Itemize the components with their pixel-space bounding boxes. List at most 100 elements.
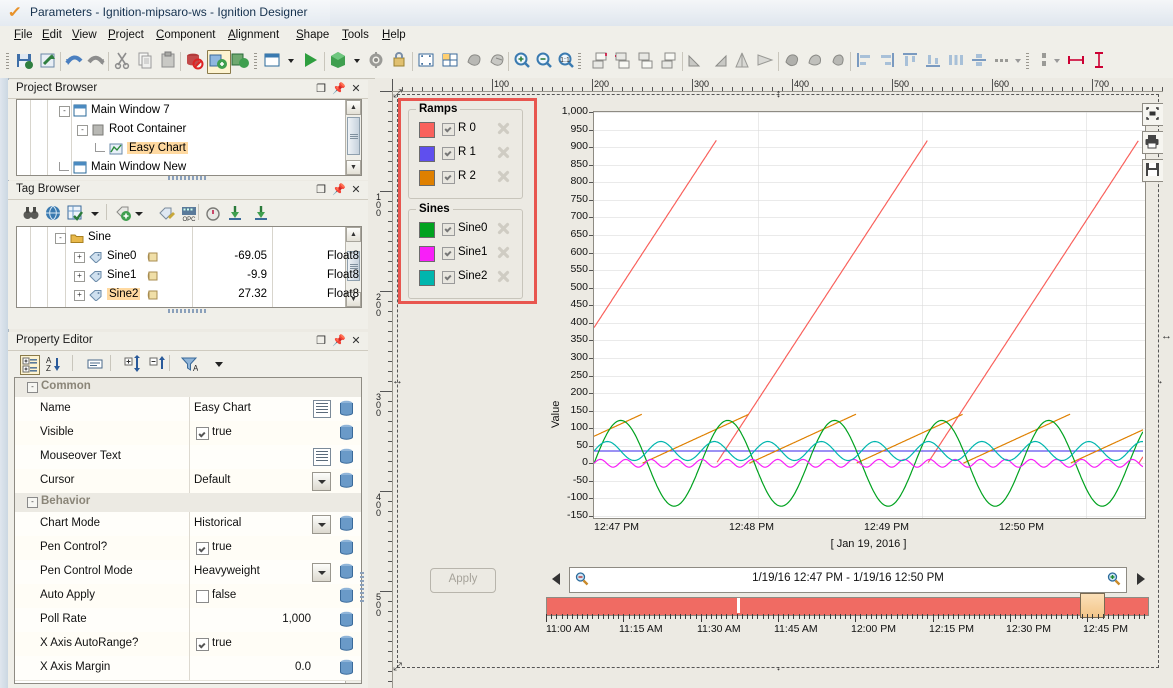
add-dropdown-icon[interactable] <box>134 204 152 222</box>
remove-pen-icon[interactable] <box>497 146 510 159</box>
collapse-all-icon[interactable] <box>149 355 167 373</box>
property-row[interactable]: Pen Control? true <box>15 536 361 561</box>
property-row[interactable]: Name Easy Chart <box>15 397 361 422</box>
menu-item-shape[interactable]: Shape <box>294 29 331 41</box>
cut-icon[interactable] <box>112 50 134 72</box>
tree-expander[interactable]: - <box>59 106 70 117</box>
import-icon[interactable] <box>226 204 244 222</box>
menu-item-alignment[interactable]: Alignment <box>226 29 281 41</box>
menu-item-help[interactable]: Help <box>380 29 408 41</box>
menu-item-tools[interactable]: Tools <box>340 29 371 41</box>
save-icon[interactable] <box>1142 159 1165 182</box>
globe-icon[interactable] <box>44 204 62 222</box>
restore-icon[interactable]: ❐ <box>314 334 328 348</box>
distribute-h-icon[interactable] <box>946 50 968 72</box>
remove-pen-icon[interactable] <box>497 222 510 235</box>
panel-resize-grip[interactable] <box>168 309 208 313</box>
shape-union-icon[interactable] <box>464 50 486 72</box>
zoom-out-icon[interactable] <box>534 50 556 72</box>
property-row[interactable]: Pen Control Mode Heavyweight <box>15 560 361 585</box>
property-row[interactable]: X Axis AutoRange? true <box>15 632 361 657</box>
export-icon[interactable] <box>252 204 270 222</box>
next-arrow-icon[interactable] <box>1135 571 1147 587</box>
designer-mode-icon[interactable] <box>207 50 231 74</box>
menu-item-view[interactable]: View <box>70 29 99 41</box>
menu-item-file[interactable]: File <box>12 29 35 41</box>
filter-icon[interactable]: A <box>180 355 199 373</box>
settings-icon[interactable] <box>366 50 388 72</box>
project-browser-tree[interactable]: ▲ ▼ - Main Window 7- Root Container Easy Ch… <box>16 99 362 176</box>
pen-row[interactable]: Sine0 <box>409 220 522 238</box>
lock-icon[interactable] <box>389 50 411 72</box>
restore-icon[interactable]: ❐ <box>314 82 328 96</box>
print-icon[interactable] <box>1142 131 1165 154</box>
property-binding-icon[interactable] <box>337 562 356 581</box>
shape-b-icon[interactable] <box>805 50 827 72</box>
property-category[interactable]: - Behavior <box>15 493 361 512</box>
center-v-icon[interactable] <box>969 50 991 72</box>
remove-pen-icon[interactable] <box>497 122 510 135</box>
new-window-icon[interactable] <box>262 50 284 72</box>
bring-forward-icon[interactable] <box>613 50 635 72</box>
pen-visibility-checkbox[interactable] <box>442 171 455 184</box>
refresh-icon[interactable] <box>38 50 60 72</box>
opc-icon[interactable]: OPC <box>180 204 198 223</box>
align-left-icon[interactable] <box>854 50 876 72</box>
pin-icon[interactable]: 📌 <box>332 183 346 197</box>
size-h-icon[interactable] <box>1066 50 1088 72</box>
text-editor-icon[interactable] <box>313 400 331 418</box>
property-category[interactable]: - Common <box>15 378 361 397</box>
publish-icon[interactable] <box>328 50 350 72</box>
tree-expander[interactable]: - <box>55 233 66 244</box>
pen-row[interactable]: Sine1 <box>409 244 522 262</box>
remove-pen-icon[interactable] <box>497 246 510 259</box>
close-icon[interactable]: ✕ <box>349 82 363 96</box>
property-row[interactable]: X Axis Margin 0.0 <box>15 656 361 681</box>
send-back-icon[interactable] <box>659 50 681 72</box>
categorize-icon[interactable] <box>20 355 40 375</box>
property-row[interactable]: Cursor Default <box>15 469 361 494</box>
window-design-surface[interactable]: ⤢ ↕ ↔ ↔ ⤢ ↕ Ramps R 0R 1R 2 Sines Sine0 Sine… <box>392 89 1165 673</box>
close-icon[interactable]: ✕ <box>349 183 363 197</box>
tree-node[interactable]: - Root Container <box>17 120 361 140</box>
text-editor-icon[interactable] <box>313 448 331 466</box>
resize-handle-w[interactable]: ↔ <box>392 376 403 387</box>
redo-icon[interactable] <box>86 50 108 72</box>
more-icon[interactable] <box>992 50 1014 72</box>
pen-row[interactable]: R 0 <box>409 120 522 138</box>
pen-visibility-checkbox[interactable] <box>442 123 455 136</box>
shape-c-icon[interactable] <box>828 50 850 72</box>
tag-row[interactable]: + Sine2 27.32 Float8 <box>17 285 361 305</box>
pen-row[interactable]: Sine2 <box>409 268 522 286</box>
filter-dropdown-icon[interactable] <box>214 355 232 373</box>
flip-v-icon[interactable] <box>755 50 777 72</box>
property-checkbox[interactable] <box>196 638 209 651</box>
flip-h-icon[interactable] <box>732 50 754 72</box>
tag-browser-tree[interactable]: ▲ ▼ - Sine + Sine0 -69.05 Float8 + Sine1 -9.9 Flo… <box>16 226 362 308</box>
pen-color-swatch[interactable] <box>419 170 435 186</box>
timer-icon[interactable] <box>204 204 222 222</box>
close-icon[interactable]: ✕ <box>349 334 363 348</box>
align-top-icon[interactable] <box>900 50 922 72</box>
property-dropdown-button[interactable] <box>312 515 331 534</box>
property-row[interactable]: Poll Rate 1,000 <box>15 608 361 633</box>
property-dropdown-button[interactable] <box>312 563 331 582</box>
snap-grid-icon[interactable] <box>440 50 462 72</box>
tree-node[interactable]: - Main Window 7 <box>17 101 361 121</box>
sort-az-icon[interactable]: AZ <box>44 355 62 373</box>
category-collapse-icon[interactable]: - <box>27 497 38 508</box>
zoom-reset-icon[interactable]: 1:1 <box>556 50 578 72</box>
expand-all-icon[interactable] <box>124 355 142 373</box>
menu-item-component[interactable]: Component <box>154 29 217 41</box>
property-row[interactable]: Chart Mode Historical <box>15 512 361 537</box>
pen-color-swatch[interactable] <box>419 270 435 286</box>
tag-row[interactable]: - Sine <box>17 228 361 248</box>
tag-row[interactable]: +Sine3-27.73Float8 <box>17 304 361 307</box>
shape-a-icon[interactable] <box>782 50 804 72</box>
fullscreen-icon[interactable] <box>1142 103 1165 126</box>
fit-window-icon[interactable] <box>416 50 438 72</box>
rotate-left-icon[interactable] <box>686 50 708 72</box>
rotate-right-icon[interactable] <box>709 50 731 72</box>
grid-check-icon[interactable] <box>66 204 84 222</box>
property-binding-icon[interactable] <box>337 399 356 418</box>
